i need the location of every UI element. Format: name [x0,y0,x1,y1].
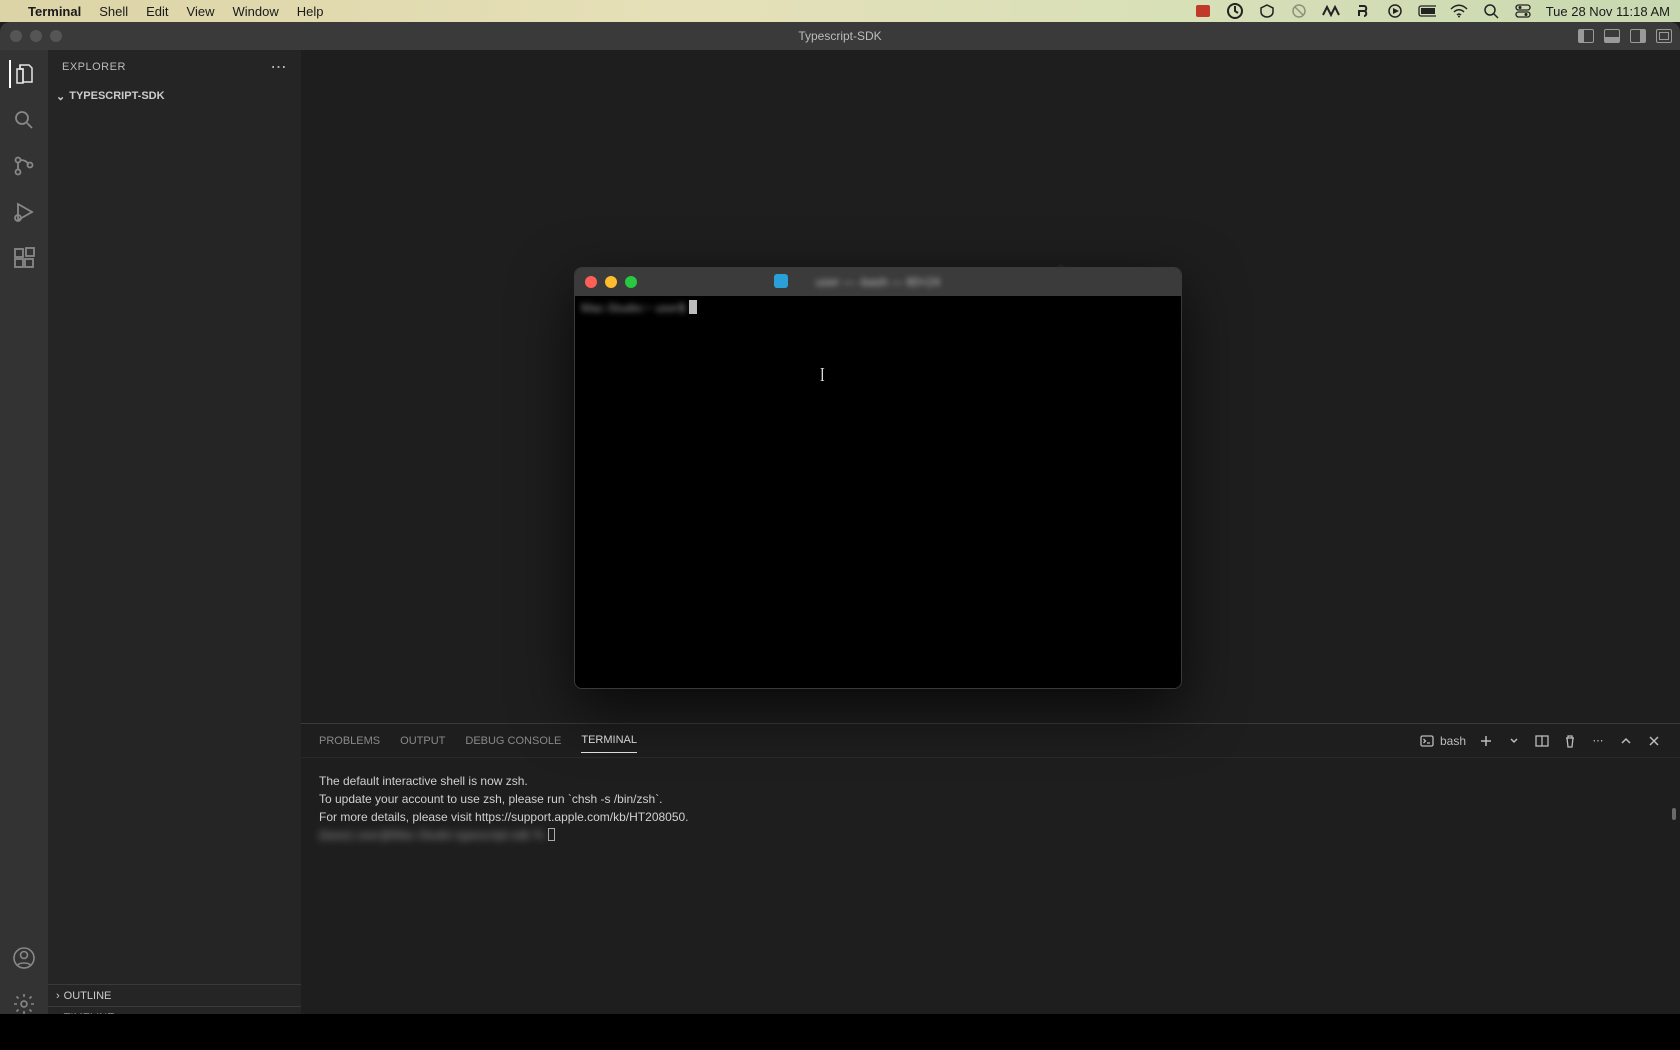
split-terminal-icon[interactable] [1534,733,1550,749]
menubar-status-icon[interactable] [1322,2,1340,20]
search-icon[interactable] [10,106,38,134]
toggle-panel-icon[interactable] [1604,29,1620,43]
terminal-window-title-blurred: user — -bash — 80×24 [575,275,1181,289]
source-control-icon[interactable] [10,152,38,180]
outline-label: OUTLINE [64,990,112,1002]
tab-output[interactable]: OUTPUT [400,729,445,753]
terminal-content[interactable]: The default interactive shell is now zsh… [301,758,1680,1028]
menubar-status-icon[interactable] [1258,2,1276,20]
terminal-cursor [689,300,697,314]
control-center-icon[interactable] [1514,2,1532,20]
battery-icon[interactable] [1418,2,1436,20]
shell-name: bash [1440,734,1466,748]
vscode-window-title: Typescript-SDK [0,29,1680,43]
chevron-right-icon: › [56,990,60,1002]
text-cursor-ibeam: I [820,364,825,387]
terminal-cursor [548,828,555,841]
terminal-titlebar[interactable]: user — -bash — 80×24 [575,268,1181,296]
menubar-item-view[interactable]: View [187,4,215,19]
toggle-secondary-sidebar-icon[interactable] [1630,29,1646,43]
terminal-prompt-blurred: (base) user@Mac-Studio typescript-sdk % [319,826,544,844]
terminal-scrollbar[interactable] [1672,808,1676,820]
menubar-item-shell[interactable]: Shell [99,4,128,19]
extensions-icon[interactable] [10,244,38,272]
terminal-prompt-blurred: Mac-Studio:~ user$ [581,301,685,315]
wifi-icon[interactable] [1450,2,1468,20]
project-name: TYPESCRIPT-SDK [69,90,164,102]
desktop-background [0,1014,1680,1050]
chevron-down-icon: ⌄ [56,90,65,103]
terminal-line: To update your account to use zsh, pleas… [319,792,663,806]
terminal-body[interactable]: Mac-Studio:~ user$ I [575,296,1181,688]
bottom-panel: PROBLEMS OUTPUT DEBUG CONSOLE TERMINAL b… [301,723,1680,1028]
explorer-icon[interactable] [9,60,37,88]
maximize-panel-icon[interactable] [1618,733,1634,749]
panel-more-icon[interactable]: ⋯ [1590,733,1606,749]
terminal-line: The default interactive shell is now zsh… [319,774,528,788]
menubar-status-icon[interactable] [1354,2,1372,20]
macos-menubar: Terminal Shell Edit View Window Help Tue… [0,0,1680,22]
menubar-app-name[interactable]: Terminal [28,4,81,19]
menubar-item-window[interactable]: Window [233,4,279,19]
menubar-clock[interactable]: Tue 28 Nov 11:18 AM [1546,4,1670,19]
explorer-label: EXPLORER [62,61,126,73]
explorer-more-icon[interactable]: ⋯ [271,57,288,77]
terminal-shell-selector[interactable]: bash [1420,734,1466,748]
explorer-sidebar: EXPLORER ⋯ ⌄ TYPESCRIPT-SDK › OUTLINE › … [48,50,301,1028]
menubar-status-icon[interactable] [1290,2,1308,20]
run-debug-icon[interactable] [10,198,38,226]
menubar-item-edit[interactable]: Edit [146,4,168,19]
activity-bar [0,50,48,1028]
toggle-primary-sidebar-icon[interactable] [1578,29,1594,43]
project-root[interactable]: ⌄ TYPESCRIPT-SDK [48,84,301,108]
terminal-line: For more details, please visit https://s… [319,810,689,824]
close-panel-icon[interactable] [1646,733,1662,749]
menubar-status-icon[interactable] [1194,2,1212,20]
spotlight-icon[interactable] [1482,2,1500,20]
menubar-item-help[interactable]: Help [297,4,324,19]
menubar-status-icon[interactable] [1226,2,1244,20]
new-terminal-icon[interactable] [1478,733,1494,749]
outline-section[interactable]: › OUTLINE [48,984,301,1006]
customize-layout-icon[interactable] [1656,29,1672,43]
accounts-icon[interactable] [10,944,38,972]
tab-problems[interactable]: PROBLEMS [319,729,380,753]
terminal-dropdown-icon[interactable] [1506,733,1522,749]
vscode-titlebar: Typescript-SDK [0,22,1680,50]
menubar-status-icon[interactable] [1386,2,1404,20]
terminal-app-window[interactable]: user — -bash — 80×24 Mac-Studio:~ user$ … [574,267,1182,689]
kill-terminal-icon[interactable] [1562,733,1578,749]
tab-debug-console[interactable]: DEBUG CONSOLE [465,729,561,753]
tab-terminal[interactable]: TERMINAL [581,728,637,753]
